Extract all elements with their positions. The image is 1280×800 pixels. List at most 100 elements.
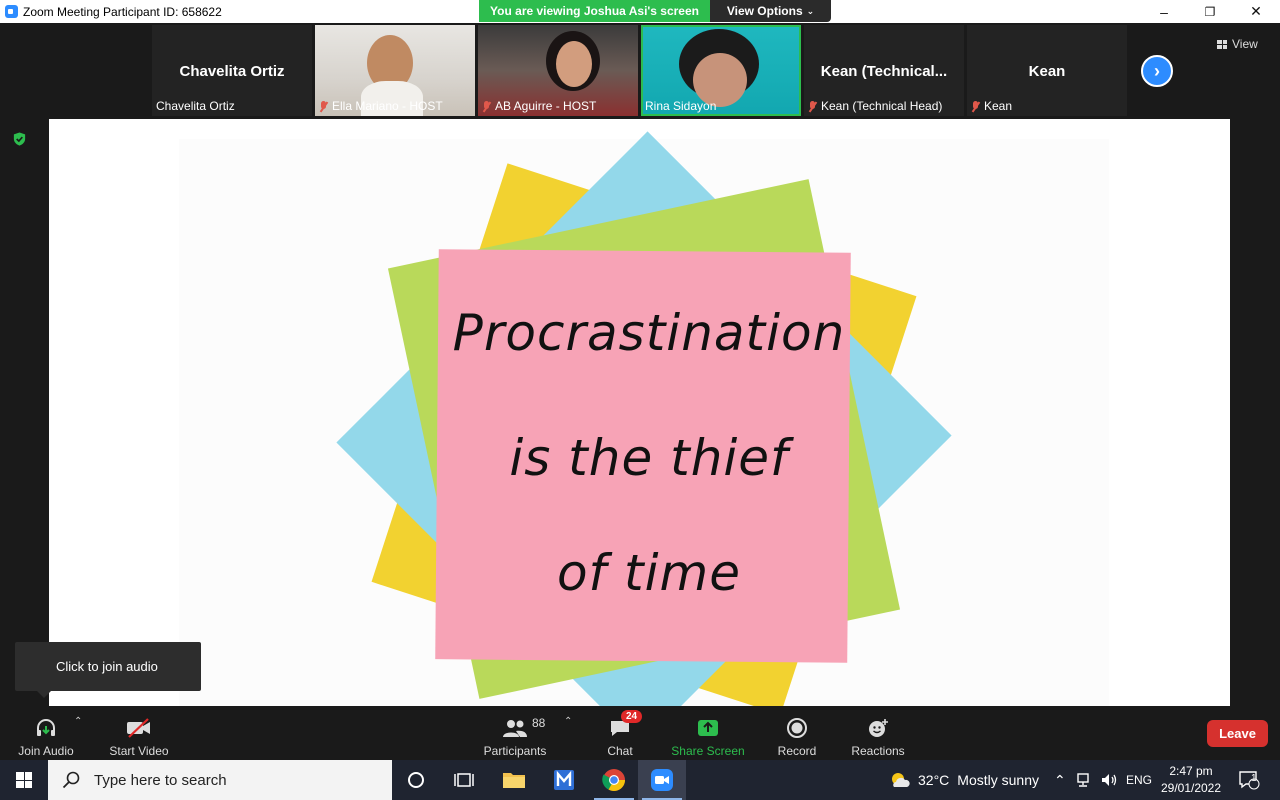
audio-options-caret[interactable]: ⌃: [74, 716, 82, 727]
leave-button[interactable]: Leave: [1207, 720, 1268, 747]
mic-muted-icon: [808, 100, 817, 112]
video-strip: Chavelita Ortiz Chavelita Ortiz Ella Mar…: [0, 23, 1280, 119]
file-explorer-button[interactable]: [490, 760, 538, 800]
participant-name: Kean (Technical Head): [821, 99, 943, 113]
participants-options-caret[interactable]: ⌃: [564, 716, 572, 727]
sun-cloud-icon: [892, 773, 910, 787]
app-m-button[interactable]: [540, 760, 588, 800]
record-button[interactable]: Record: [772, 712, 822, 758]
restore-button[interactable]: ❐: [1187, 0, 1233, 23]
participant-name: AB Aguirre - HOST: [495, 99, 597, 113]
input-language-indicator[interactable]: ENG: [1126, 760, 1152, 800]
viewing-screen-banner: You are viewing Joshua Asi's screen: [479, 0, 710, 22]
zoom-taskbar-button[interactable]: [638, 760, 686, 800]
volume-button[interactable]: [1100, 760, 1118, 800]
reactions-label: Reactions: [851, 744, 905, 758]
taskbar-clock[interactable]: 2:47 pm 29/01/2022: [1160, 763, 1222, 797]
participant-name: Rina Sidayon: [645, 99, 717, 113]
network-icon: [1077, 773, 1089, 787]
participant-tile[interactable]: Kean Kean: [967, 25, 1127, 116]
share-screen-icon: [698, 720, 718, 736]
mic-muted-icon: [482, 100, 491, 112]
participant-display-name: Kean (Technical...: [820, 63, 948, 80]
temperature: 32°C: [918, 772, 950, 788]
zoom-icon: [651, 769, 673, 791]
participant-tile[interactable]: Kean (Technical... Kean (Technical Head): [804, 25, 964, 116]
chrome-button[interactable]: [590, 760, 638, 800]
close-icon: ✕: [1250, 3, 1262, 19]
participant-tile[interactable]: AB Aguirre - HOST: [478, 25, 638, 116]
window-title: Zoom Meeting Participant ID: 658622: [23, 5, 222, 19]
next-page-button[interactable]: ›: [1141, 55, 1173, 87]
reactions-button[interactable]: Reactions: [848, 712, 908, 758]
smiley-add-icon: [869, 719, 888, 737]
headphones-icon: [37, 719, 55, 736]
participant-tile-active-speaker[interactable]: Rina Sidayon: [641, 25, 801, 116]
join-audio-tooltip: Click to join audio: [15, 642, 201, 698]
participant-video: [556, 41, 592, 87]
minimize-button[interactable]: –: [1141, 0, 1187, 23]
participant-tile[interactable]: Chavelita Ortiz Chavelita Ortiz: [152, 25, 312, 116]
zoom-app-icon: [5, 5, 18, 18]
view-options-label: View Options: [726, 4, 803, 18]
participant-name: Ella Mariano - HOST: [332, 99, 443, 113]
cortana-button[interactable]: [392, 760, 440, 800]
participant-name: Chavelita Ortiz: [156, 99, 235, 113]
sticky-notes-illustration: [179, 131, 1109, 706]
weather-condition: Mostly sunny: [957, 772, 1039, 788]
task-view-icon: [454, 773, 474, 787]
participant-display-name: Kean: [1028, 63, 1066, 80]
quote-line-3: of time: [556, 544, 742, 602]
search-placeholder: Type here to search: [94, 771, 227, 789]
title-bar: Zoom Meeting Participant ID: 658622 You …: [0, 0, 1280, 23]
chevron-right-icon: ›: [1154, 60, 1160, 81]
cortana-icon: [408, 772, 424, 788]
video-off-icon: [127, 718, 150, 738]
task-view-button[interactable]: [440, 760, 488, 800]
restore-icon: ❐: [1204, 4, 1216, 19]
participants-label: Participants: [483, 744, 547, 758]
participant-display-name: Chavelita Ortiz: [179, 63, 285, 80]
join-audio-label: Join Audio: [18, 744, 74, 758]
taskbar-search-box[interactable]: Type here to search: [48, 760, 392, 800]
shared-screen-content: Procrastination is the thief of time: [49, 119, 1230, 706]
weather-widget[interactable]: 32°C Mostly sunny: [888, 760, 1039, 800]
view-button-label: View: [1232, 37, 1258, 51]
meeting-toolbar: Join Audio ⌃ Start Video 88 Participants…: [0, 706, 1280, 760]
close-button[interactable]: ✕: [1233, 0, 1279, 23]
record-icon: [787, 718, 807, 738]
minimize-icon: –: [1160, 3, 1168, 20]
show-hidden-icons-button[interactable]: ⌃: [1054, 760, 1066, 800]
chrome-icon: [602, 769, 625, 791]
chevron-up-icon: ⌃: [1054, 771, 1066, 788]
windows-logo-icon: [16, 772, 32, 788]
notification-count: 1: [1251, 773, 1257, 784]
quote-line-2: is the thief: [509, 429, 789, 487]
share-screen-button[interactable]: Share Screen: [670, 712, 746, 758]
participant-label: Ella Mariano - HOST: [319, 99, 443, 113]
folder-icon: [503, 773, 525, 788]
network-button[interactable]: [1076, 760, 1094, 800]
view-options-button[interactable]: View Options ⌄: [710, 0, 831, 22]
chat-label: Chat: [607, 744, 633, 758]
start-button[interactable]: [0, 760, 48, 800]
join-audio-button[interactable]: Join Audio: [14, 712, 78, 758]
search-icon: [62, 771, 80, 789]
windows-taskbar: Type here to search 32°C Mostly sunny ⌃ …: [0, 760, 1280, 800]
view-button[interactable]: View: [1217, 33, 1271, 55]
participant-tile[interactable]: Ella Mariano - HOST: [315, 25, 475, 116]
participant-name: Kean: [984, 99, 1013, 113]
clock-date: 29/01/2022: [1160, 781, 1222, 795]
start-video-label: Start Video: [109, 744, 169, 758]
participant-label: AB Aguirre - HOST: [482, 99, 596, 113]
participants-icon: [503, 720, 527, 737]
participant-label: Kean (Technical Head): [808, 99, 942, 113]
gallery-view-icon: [1217, 39, 1227, 49]
shield-icon[interactable]: [12, 131, 27, 147]
participant-label: Chavelita Ortiz: [156, 99, 235, 113]
speaker-icon: [1102, 774, 1117, 786]
start-video-button[interactable]: Start Video: [106, 712, 172, 758]
chat-button[interactable]: 24 Chat: [600, 710, 643, 758]
notification-center-button[interactable]: 1: [1238, 760, 1260, 800]
participants-button[interactable]: 88 Participants: [480, 712, 550, 758]
